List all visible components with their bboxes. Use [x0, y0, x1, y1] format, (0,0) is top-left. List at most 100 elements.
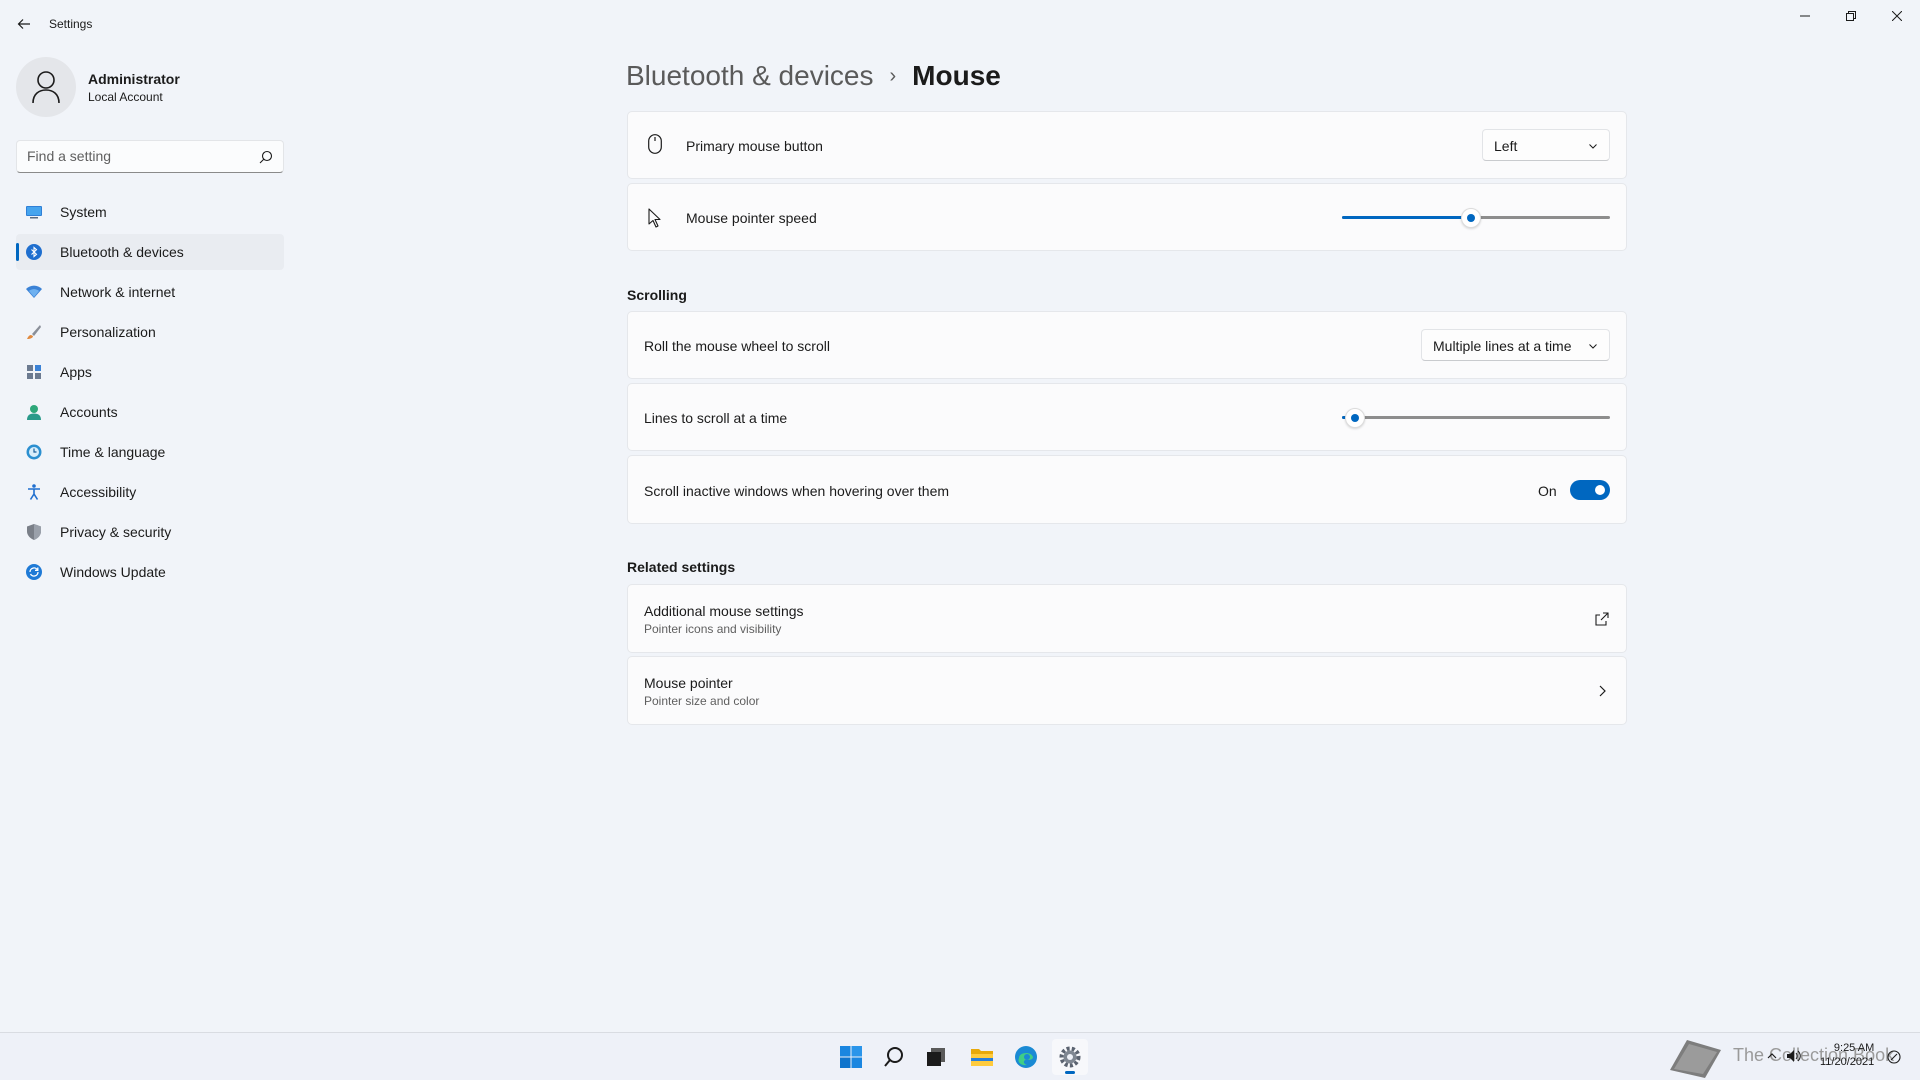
sidebar-item-label: Bluetooth & devices	[60, 244, 184, 260]
dropdown-value: Left	[1494, 138, 1518, 154]
slider-track	[1342, 416, 1610, 419]
update-icon	[26, 564, 42, 580]
task-view-icon	[927, 1048, 945, 1066]
restore-button[interactable]	[1828, 0, 1874, 32]
sidebar-item-label: Apps	[60, 364, 92, 380]
lines-to-scroll-slider[interactable]	[1342, 407, 1610, 428]
lines-to-scroll-card: Lines to scroll at a time	[627, 383, 1627, 451]
sidebar-item-label: Time & language	[60, 444, 166, 460]
brush-icon	[26, 324, 42, 340]
sidebar-item-system[interactable]: System	[16, 194, 284, 230]
minimize-icon	[1800, 15, 1810, 17]
additional-mouse-settings-link[interactable]: Additional mouse settings Pointer icons …	[627, 584, 1627, 653]
mouse-pointer-link[interactable]: Mouse pointer Pointer size and color	[627, 656, 1627, 725]
sidebar-item-accounts[interactable]: Accounts	[16, 394, 284, 430]
user-icon	[32, 71, 60, 104]
sidebar-item-label: Accounts	[60, 404, 118, 420]
title-bar: Settings	[0, 0, 1920, 48]
sidebar-item-network[interactable]: Network & internet	[16, 274, 284, 310]
start-button[interactable]	[833, 1039, 869, 1075]
primary-mouse-button-dropdown[interactable]: Left	[1482, 129, 1610, 161]
sidebar-item-time-language[interactable]: Time & language	[16, 434, 284, 470]
slider-thumb[interactable]	[1460, 208, 1481, 228]
accessibility-icon	[26, 484, 42, 500]
edge-icon	[1015, 1046, 1037, 1068]
pointer-speed-slider[interactable]	[1342, 207, 1610, 228]
slider-thumb[interactable]	[1345, 408, 1366, 428]
bluetooth-icon	[26, 244, 42, 260]
file-explorer-button[interactable]	[964, 1039, 1000, 1075]
dropdown-value: Multiple lines at a time	[1433, 338, 1572, 354]
search-box[interactable]	[16, 140, 284, 173]
sidebar-item-personalization[interactable]: Personalization	[16, 314, 284, 350]
wheel-scroll-label: Roll the mouse wheel to scroll	[644, 338, 830, 354]
additional-mouse-settings-label: Additional mouse settings	[644, 603, 804, 619]
sidebar-nav: System Bluetooth & devices Network & int…	[16, 194, 284, 594]
clock-time: 9:25 AM	[1833, 1042, 1875, 1054]
system-icon	[26, 204, 42, 220]
primary-mouse-button-label: Primary mouse button	[686, 138, 823, 154]
app-title: Settings	[49, 17, 93, 31]
avatar	[16, 57, 76, 117]
primary-mouse-button-card: Primary mouse button Left	[627, 111, 1627, 179]
chevron-up-icon[interactable]	[1766, 1050, 1778, 1062]
sidebar-item-label: Windows Update	[60, 564, 166, 580]
user-profile[interactable]: Administrator Local Account	[16, 57, 286, 117]
taskbar-search-button[interactable]	[876, 1039, 912, 1075]
sidebar-item-label: Personalization	[60, 324, 156, 340]
wheel-scroll-dropdown[interactable]: Multiple lines at a time	[1421, 329, 1610, 361]
search-input[interactable]	[27, 148, 247, 164]
file-explorer-icon	[971, 1049, 993, 1066]
scroll-inactive-label: Scroll inactive windows when hovering ov…	[644, 483, 950, 499]
chevron-down-icon	[1589, 344, 1597, 349]
accounts-icon	[26, 404, 42, 420]
scroll-inactive-card: Scroll inactive windows when hovering ov…	[627, 455, 1627, 524]
sidebar-item-windows-update[interactable]: Windows Update	[16, 554, 284, 590]
mouse-pointer-label: Mouse pointer	[644, 675, 733, 691]
sidebar-item-privacy[interactable]: Privacy & security	[16, 514, 284, 550]
search-icon[interactable]	[259, 150, 273, 164]
toggle-state-label: On	[1538, 483, 1557, 499]
sidebar-item-accessibility[interactable]: Accessibility	[16, 474, 284, 510]
chevron-down-icon	[1589, 144, 1597, 149]
task-view-button[interactable]	[918, 1039, 954, 1075]
pointer-speed-label: Mouse pointer speed	[686, 210, 817, 226]
scrolling-section-title: Scrolling	[627, 287, 687, 303]
edge-button[interactable]	[1008, 1039, 1044, 1075]
volume-icon[interactable]	[1786, 1049, 1802, 1063]
close-button[interactable]	[1874, 0, 1920, 32]
mouse-icon	[645, 134, 665, 154]
back-arrow-icon	[17, 19, 30, 29]
page-title: Mouse	[912, 60, 1001, 91]
mouse-pointer-sub: Pointer size and color	[644, 694, 760, 708]
wheel-scroll-card: Roll the mouse wheel to scroll Multiple …	[627, 311, 1627, 379]
sidebar-item-label: Privacy & security	[60, 524, 172, 540]
sidebar-item-apps[interactable]: Apps	[16, 354, 284, 390]
start-icon	[840, 1046, 862, 1068]
related-settings-title: Related settings	[627, 559, 736, 575]
taskbar: The Collection Book 9:25 AM 11/20/2021	[0, 1032, 1920, 1080]
settings-icon	[1059, 1046, 1081, 1068]
scroll-inactive-toggle[interactable]	[1570, 480, 1610, 500]
profile-name: Administrator	[88, 71, 180, 87]
time-language-icon	[26, 444, 42, 460]
system-clock[interactable]: 9:25 AM 11/20/2021	[1820, 1041, 1874, 1069]
restore-icon	[1846, 11, 1856, 21]
breadcrumb-separator: ›	[889, 64, 897, 87]
network-icon	[26, 284, 42, 300]
sidebar-item-label: Accessibility	[60, 484, 137, 500]
minimize-button[interactable]	[1782, 0, 1828, 32]
pointer-icon	[645, 208, 665, 228]
settings-window: Settings Administrator Local Account Sys…	[0, 0, 1920, 1032]
breadcrumb-parent[interactable]: Bluetooth & devices	[626, 60, 874, 92]
notification-icon[interactable]	[1886, 1049, 1902, 1065]
back-button[interactable]	[10, 10, 38, 38]
slider-fill	[1342, 216, 1471, 219]
sidebar-item-bluetooth[interactable]: Bluetooth & devices	[16, 234, 284, 270]
breadcrumb: Bluetooth & devices › Mouse	[626, 54, 1001, 98]
settings-taskbar-button[interactable]	[1052, 1039, 1088, 1075]
apps-icon	[26, 364, 42, 380]
close-icon	[1892, 11, 1902, 21]
chevron-right-icon	[1599, 685, 1606, 697]
sidebar-item-label: System	[60, 204, 107, 220]
